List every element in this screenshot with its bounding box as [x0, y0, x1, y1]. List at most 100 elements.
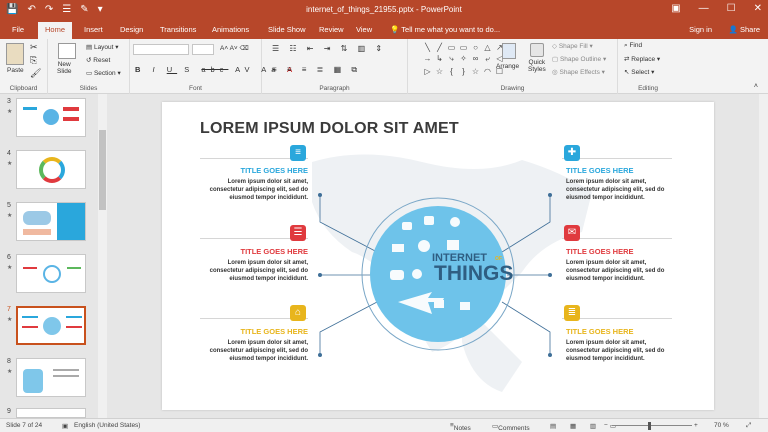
right-triangle-icon[interactable]: ▷: [422, 67, 433, 77]
cut-icon[interactable]: ✂: [30, 42, 38, 53]
tab-view[interactable]: View: [356, 25, 372, 34]
tab-slide-show[interactable]: Slide Show: [268, 25, 306, 34]
thumbnail-image[interactable]: [16, 98, 86, 137]
zoom-out-button[interactable]: −: [604, 422, 608, 429]
shape-outline-button[interactable]: ▢ Shape Outline ▾: [552, 55, 606, 63]
text-block-left-3[interactable]: TITLE GOES HERE Lorem ipsum dolor sit am…: [204, 327, 308, 363]
format-painter-icon[interactable]: 🖌: [30, 68, 41, 79]
left-brace-icon[interactable]: {: [446, 67, 457, 77]
shapes-gallery[interactable]: ╲ ╱ ▭ ▭ ○ △ ↗ → ↳ ⤷ ✧ ∞ ⤶ ◁ ▷ ☆ { } ☆ ◠: [422, 43, 504, 77]
zoom-in-button[interactable]: +: [694, 422, 698, 429]
replace-button[interactable]: ⇄ Replace ▾: [624, 55, 660, 63]
shape-effects-label: Shape Effects: [559, 69, 600, 76]
diagonal-line-icon[interactable]: ╱: [434, 43, 445, 53]
tab-home[interactable]: Home: [38, 22, 73, 39]
shadow-button[interactable]: S: [184, 65, 194, 74]
reset-button[interactable]: ↺ Reset: [86, 56, 110, 64]
layout-button[interactable]: ▤ Layout ▾: [86, 43, 119, 51]
view-buttons[interactable]: ▤ ▦ ▥ ▭: [550, 422, 622, 430]
rounded-rect-icon[interactable]: ▭: [458, 43, 469, 53]
slide-scrollbar[interactable]: [759, 94, 768, 418]
spelling-icon[interactable]: ▣: [62, 422, 68, 430]
paste-icon[interactable]: [6, 43, 24, 65]
scrollbar-thumb[interactable]: [99, 130, 106, 210]
curved-connector-icon[interactable]: ⤶: [482, 54, 493, 65]
collapse-ribbon-icon[interactable]: ˄: [754, 83, 758, 90]
font-name-input[interactable]: [133, 44, 189, 55]
zoom-slider-thumb[interactable]: [648, 422, 651, 430]
char-spacing-button[interactable]: AV: [235, 65, 254, 74]
curve-icon[interactable]: ∞: [470, 54, 481, 65]
tab-transitions[interactable]: Transitions: [160, 25, 196, 34]
copy-icon[interactable]: ⎘: [30, 55, 37, 66]
quick-styles-icon[interactable]: [530, 43, 544, 57]
notes-button[interactable]: ≡ Notes: [450, 422, 471, 432]
tab-review[interactable]: Review: [319, 25, 344, 34]
star-icon[interactable]: ☆: [434, 67, 445, 77]
list-buttons[interactable]: ☰ ☷ ⇤ ⇥ ⇅ ▥ ⇕: [272, 44, 386, 53]
comments-button[interactable]: ▭ Comments: [492, 422, 530, 432]
shape-effects-button[interactable]: ◎ Shape Effects ▾: [552, 68, 605, 76]
tell-me-box[interactable]: 💡 Tell me what you want to do...: [390, 25, 500, 34]
thumbnail-image[interactable]: [16, 202, 86, 241]
star-outline-icon[interactable]: ☆: [470, 67, 481, 77]
tab-insert[interactable]: Insert: [84, 25, 103, 34]
select-button[interactable]: ↖ Select ▾: [624, 68, 654, 76]
close-button[interactable]: ✕: [754, 3, 762, 14]
fit-to-window-icon[interactable]: ⤢: [746, 422, 751, 430]
zoom-level[interactable]: 70 %: [714, 422, 729, 429]
maximize-button[interactable]: ☐: [727, 3, 736, 14]
text-block-right-2[interactable]: TITLE GOES HERE Lorem ipsum dolor sit am…: [566, 247, 670, 283]
new-slide-icon[interactable]: [58, 43, 76, 59]
italic-button[interactable]: I: [153, 65, 160, 74]
shape-fill-button[interactable]: ◇ Shape Fill ▾: [552, 42, 593, 50]
thumbnail-image[interactable]: [16, 408, 86, 418]
thumbnail-image-selected[interactable]: [16, 306, 86, 345]
arrow-right-icon[interactable]: →: [422, 54, 433, 65]
font-size-input[interactable]: [192, 44, 214, 55]
text-block-right-3[interactable]: TITLE GOES HERE Lorem ipsum dolor sit am…: [566, 327, 670, 363]
text-block-left-1[interactable]: TITLE GOES HERE Lorem ipsum dolor sit am…: [204, 166, 308, 202]
minimize-button[interactable]: —: [699, 3, 709, 14]
elbow-icon[interactable]: ↳: [434, 54, 445, 65]
item-title: TITLE GOES HERE: [566, 166, 634, 175]
rectangle-icon[interactable]: ▭: [446, 43, 457, 53]
tab-design[interactable]: Design: [120, 25, 143, 34]
language-indicator[interactable]: English (United States): [74, 422, 140, 429]
thumbnail-number: 9: [7, 408, 11, 415]
paste-button[interactable]: Paste: [7, 67, 24, 74]
star-four-icon[interactable]: ✧: [458, 54, 469, 65]
arc-icon[interactable]: ◠: [482, 67, 493, 77]
tab-file[interactable]: File: [12, 25, 24, 34]
font-grow-icon[interactable]: A˄ A˅ ⌫: [220, 44, 249, 52]
thumbnail-image[interactable]: [16, 150, 86, 189]
share-button[interactable]: 👤 Share: [729, 25, 760, 34]
new-slide-button[interactable]: New Slide: [57, 61, 71, 75]
bold-button[interactable]: B: [135, 65, 145, 74]
center-title-things[interactable]: THINGS: [434, 262, 513, 286]
arrange-icon[interactable]: [502, 43, 516, 59]
slide[interactable]: LOREM IPSUM DOLOR SIT AMET INTERNET OF T…: [162, 102, 714, 410]
arrange-button[interactable]: Arrange: [496, 63, 519, 70]
right-brace-icon[interactable]: }: [458, 67, 469, 77]
oval-icon[interactable]: ○: [470, 43, 481, 53]
underline-button[interactable]: U: [167, 65, 177, 74]
line-icon[interactable]: ╲: [422, 43, 433, 53]
zoom-slider[interactable]: [612, 425, 692, 426]
slide-title[interactable]: LOREM IPSUM DOLOR SIT AMET: [200, 120, 459, 138]
section-button[interactable]: ▭ Section ▾: [86, 69, 121, 77]
align-buttons[interactable]: ≡ ≡ ≡ ≣ ▦ ⧉: [272, 65, 361, 75]
text-block-left-2[interactable]: TITLE GOES HERE Lorem ipsum dolor sit am…: [204, 247, 308, 283]
sign-in-link[interactable]: Sign in: [689, 25, 712, 34]
tab-animations[interactable]: Animations: [212, 25, 249, 34]
curved-arrow-icon[interactable]: ⤷: [446, 54, 457, 65]
find-button[interactable]: ⌕ Find: [624, 42, 642, 50]
triangle-icon[interactable]: △: [482, 43, 493, 53]
strikethrough-button[interactable]: abc: [201, 65, 228, 74]
thumbnail-image[interactable]: [16, 254, 86, 293]
ribbon-display-options-icon[interactable]: ▣: [671, 3, 680, 14]
thumbnail-image[interactable]: [16, 358, 86, 397]
quick-styles-button[interactable]: Quick Styles: [528, 59, 546, 73]
text-block-right-1[interactable]: TITLE GOES HERE Lorem ipsum dolor sit am…: [566, 166, 670, 202]
thumbnail-scrollbar[interactable]: [98, 94, 107, 418]
